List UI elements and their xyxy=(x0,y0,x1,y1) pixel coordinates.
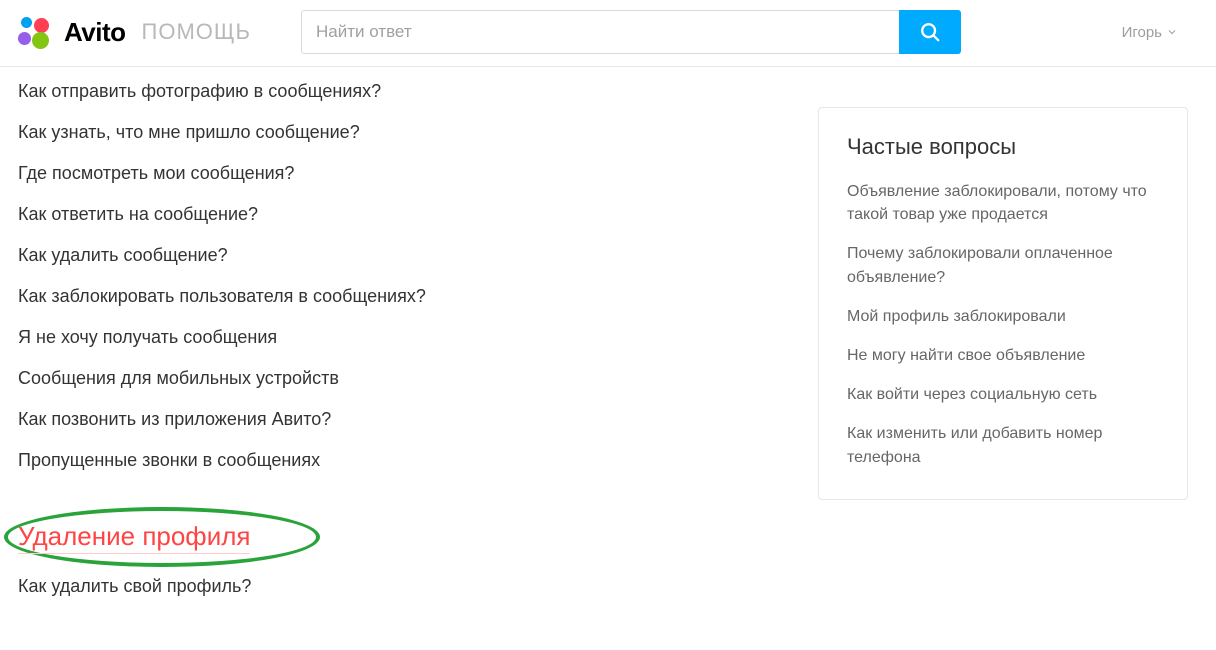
sidebar-link[interactable]: Почему заблокировали оплаченное объявлен… xyxy=(847,242,1159,288)
faq-link[interactable]: Как позвонить из приложения Авито? xyxy=(18,399,778,440)
sidebar-link[interactable]: Как войти через социальную сеть xyxy=(847,383,1159,406)
sidebar: Частые вопросы Объявление заблокировали,… xyxy=(818,107,1188,607)
section-title[interactable]: Удаление профиля xyxy=(18,521,250,554)
faq-link[interactable]: Я не хочу получать сообщения xyxy=(18,317,778,358)
user-menu[interactable]: Игорь xyxy=(1122,24,1198,41)
search-button[interactable] xyxy=(899,10,961,54)
sidebar-link[interactable]: Не могу найти свое объявление xyxy=(847,344,1159,367)
highlighted-section: Удаление профиля xyxy=(18,521,250,552)
faq-link[interactable]: Как ответить на сообщение? xyxy=(18,194,778,235)
sidebar-link[interactable]: Мой профиль заблокировали xyxy=(847,305,1159,328)
faq-link[interactable]: Как узнать, что мне пришло сообщение? xyxy=(18,112,778,153)
content: Как отправить фотографию в сообщениях? К… xyxy=(0,67,1216,607)
chevron-down-icon xyxy=(1166,26,1178,38)
header: Avito ПОМОЩЬ Игорь xyxy=(0,0,1216,67)
search-input[interactable] xyxy=(301,10,899,54)
help-label: ПОМОЩЬ xyxy=(142,19,251,45)
faq-link[interactable]: Как удалить сообщение? xyxy=(18,235,778,276)
faq-link[interactable]: Сообщения для мобильных устройств xyxy=(18,358,778,399)
faq-link[interactable]: Как заблокировать пользователя в сообщен… xyxy=(18,276,778,317)
faq-link[interactable]: Как удалить свой профиль? xyxy=(18,566,778,607)
main-column: Как отправить фотографию в сообщениях? К… xyxy=(18,67,778,607)
faq-link[interactable]: Где посмотреть мои сообщения? xyxy=(18,153,778,194)
logo-dots-icon xyxy=(18,15,52,49)
faq-link[interactable]: Как отправить фотографию в сообщениях? xyxy=(18,71,778,112)
sidebar-link[interactable]: Объявление заблокировали, потому что так… xyxy=(847,180,1159,226)
brand-name: Avito xyxy=(64,17,126,48)
sidebar-title: Частые вопросы xyxy=(847,134,1159,160)
faq-link[interactable]: Пропущенные звонки в сообщениях xyxy=(18,440,778,481)
sidebar-link[interactable]: Как изменить или добавить номер телефона xyxy=(847,422,1159,468)
search-icon xyxy=(919,21,941,43)
sidebar-box: Частые вопросы Объявление заблокировали,… xyxy=(818,107,1188,500)
search-form xyxy=(301,10,961,54)
user-name: Игорь xyxy=(1122,24,1162,41)
logo[interactable]: Avito ПОМОЩЬ xyxy=(18,15,251,49)
